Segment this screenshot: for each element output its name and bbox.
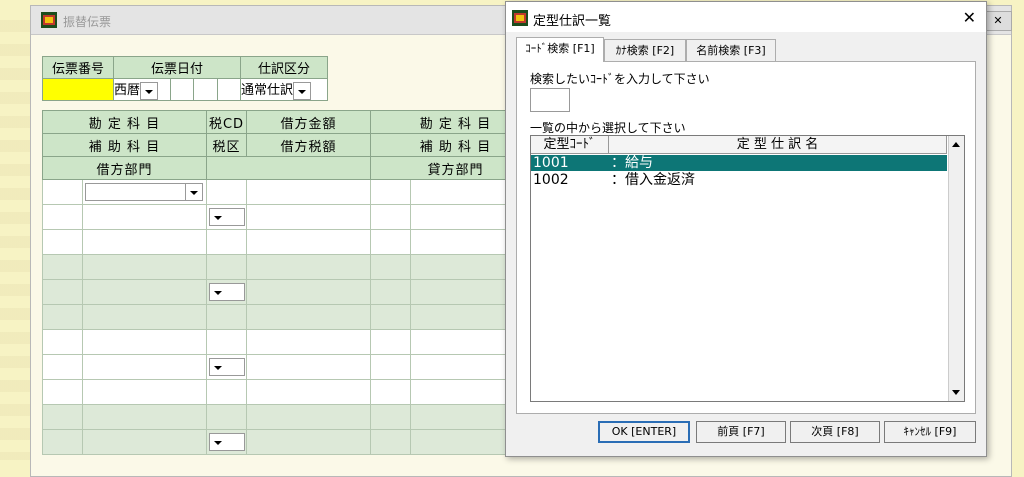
list-prompt-label: 一覧の中から選択して下さい	[530, 121, 686, 135]
list-item-code: 1002	[533, 172, 569, 188]
dropdown-arrow-icon[interactable]	[209, 283, 245, 301]
debit-tax-header: 借方税額	[246, 133, 371, 157]
table-row	[42, 279, 581, 305]
ok-button[interactable]: OK [ENTER]	[598, 421, 690, 443]
tax-class-header: 税区	[206, 133, 247, 157]
close-icon[interactable]: ✕	[963, 8, 976, 27]
list-item-name: ：給与	[611, 155, 653, 171]
debit-account-header: 勘 定 科 目	[42, 110, 207, 134]
era-select[interactable]: 西暦	[113, 78, 171, 101]
code-prompt-label: 検索したいｺｰﾄﾞを入力して下さい	[530, 72, 710, 86]
table-row	[42, 354, 581, 380]
debit-dept-header: 借方部門	[42, 156, 207, 180]
list-scrollbar[interactable]	[948, 136, 964, 401]
template-list[interactable]: 定型ｺｰﾄﾞ 定 型 仕 訳 名 1001 ：給与 1002 ：借入金返済	[530, 135, 965, 402]
dialog-title: 定型仕訳一覧	[533, 14, 612, 29]
voucher-no-label: 伝票番号	[42, 56, 114, 79]
date-month-input[interactable]	[193, 78, 218, 101]
journal-grid: 勘 定 科 目 税CD 借方金額 勘 定 科 目 補 助 科 目 税区 借方税額…	[42, 110, 581, 455]
list-item[interactable]: 1001 ：給与	[531, 155, 947, 171]
debit-sub-account-header: 補 助 科 目	[42, 133, 207, 157]
scroll-up-icon[interactable]	[952, 142, 960, 147]
table-row	[42, 179, 581, 205]
app-icon	[41, 12, 57, 28]
voucher-date-label: 伝票日付	[113, 56, 241, 79]
table-row	[42, 229, 581, 255]
date-day-input[interactable]	[216, 78, 242, 101]
dept-select[interactable]	[82, 179, 207, 205]
dropdown-arrow-icon[interactable]	[209, 208, 245, 226]
prev-page-button[interactable]: 前頁 [F7]	[696, 421, 786, 443]
dialog-titlebar: 定型仕訳一覧 ✕	[506, 2, 986, 32]
list-header-code[interactable]: 定型ｺｰﾄﾞ	[531, 136, 609, 154]
table-row	[42, 404, 581, 430]
list-header-name[interactable]: 定 型 仕 訳 名	[609, 136, 947, 154]
tab-kana-search[interactable]: ｶﾅ検索 [F2]	[604, 39, 686, 61]
app-icon	[512, 10, 528, 26]
table-row	[42, 429, 581, 455]
entry-type-label: 仕訳区分	[240, 56, 328, 79]
tax-select[interactable]	[206, 354, 247, 380]
era-select-value: 西暦	[114, 83, 141, 99]
tax-cd-header: 税CD	[206, 110, 247, 134]
entry-type-select-value: 通常仕訳	[241, 83, 294, 99]
table-row	[42, 204, 581, 230]
dropdown-arrow-icon[interactable]	[209, 358, 245, 376]
tax-select[interactable]	[206, 429, 247, 455]
table-row	[42, 329, 581, 355]
debit-amount-header: 借方金額	[246, 110, 371, 134]
tab-code-search[interactable]: ｺｰﾄﾞ検索 [F1]	[516, 37, 604, 62]
list-item-code: 1001	[533, 155, 569, 171]
tab-name-search[interactable]: 名前検索 [F3]	[686, 39, 776, 61]
voucher-header: 伝票番号 伝票日付 仕訳区分 西暦 通常仕訳	[42, 56, 328, 101]
template-journal-dialog: 定型仕訳一覧 ✕ ｺｰﾄﾞ検索 [F1] ｶﾅ検索 [F2] 名前検索 [F3]…	[505, 1, 987, 457]
next-page-button[interactable]: 次頁 [F8]	[790, 421, 880, 443]
tax-select[interactable]	[206, 204, 247, 230]
cancel-button[interactable]: ｷｬﾝｾﾙ [F9]	[884, 421, 976, 443]
list-item[interactable]: 1002 ：借入金返済	[531, 172, 947, 188]
dropdown-arrow-icon[interactable]	[209, 433, 245, 451]
voucher-window-close-icon[interactable]: ✕	[984, 11, 1012, 31]
voucher-window-title: 振替伝票	[63, 15, 112, 29]
table-row	[42, 304, 581, 330]
code-search-input[interactable]	[530, 88, 570, 112]
desktop-watermark	[0, 20, 34, 460]
dropdown-arrow-icon[interactable]	[140, 81, 159, 100]
voucher-no-input[interactable]	[42, 78, 114, 101]
dropdown-arrow-icon[interactable]	[185, 183, 203, 201]
dropdown-arrow-icon[interactable]	[293, 81, 312, 100]
scroll-down-icon[interactable]	[952, 390, 960, 395]
table-row	[42, 254, 581, 280]
list-item-name: ：借入金返済	[611, 172, 695, 188]
table-row	[42, 379, 581, 405]
date-year-input[interactable]	[169, 78, 195, 101]
tax-select[interactable]	[206, 279, 247, 305]
entry-type-select[interactable]: 通常仕訳	[240, 78, 328, 101]
